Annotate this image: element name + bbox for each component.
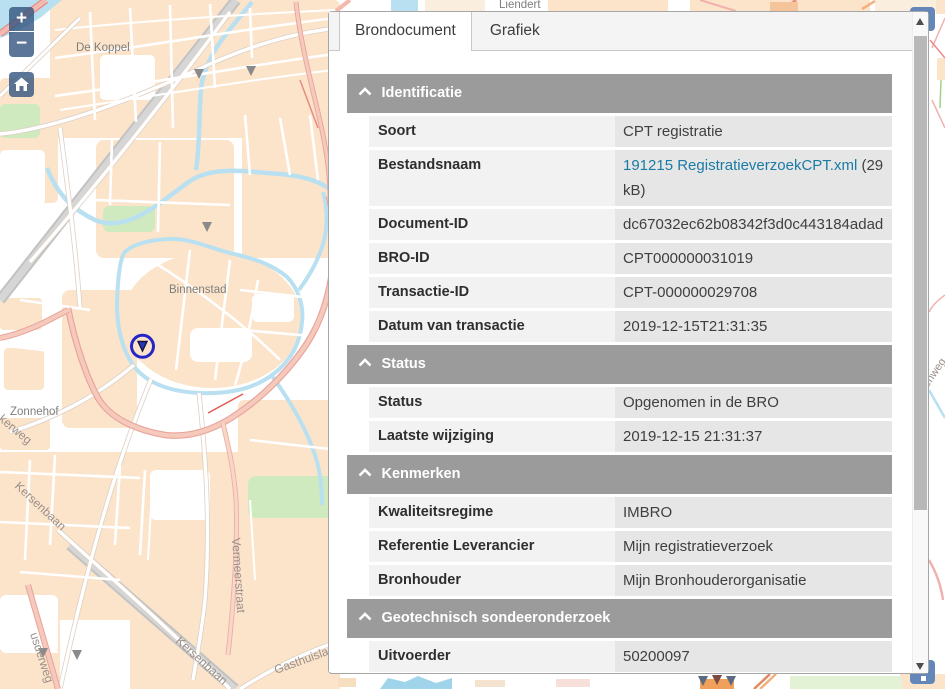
svg-text:Liendert: Liendert: [499, 0, 541, 11]
svg-text:Binnenstad: Binnenstad: [169, 284, 227, 296]
svg-text:De Koppel: De Koppel: [76, 42, 130, 54]
svg-text:Zonnehof: Zonnehof: [10, 406, 59, 418]
